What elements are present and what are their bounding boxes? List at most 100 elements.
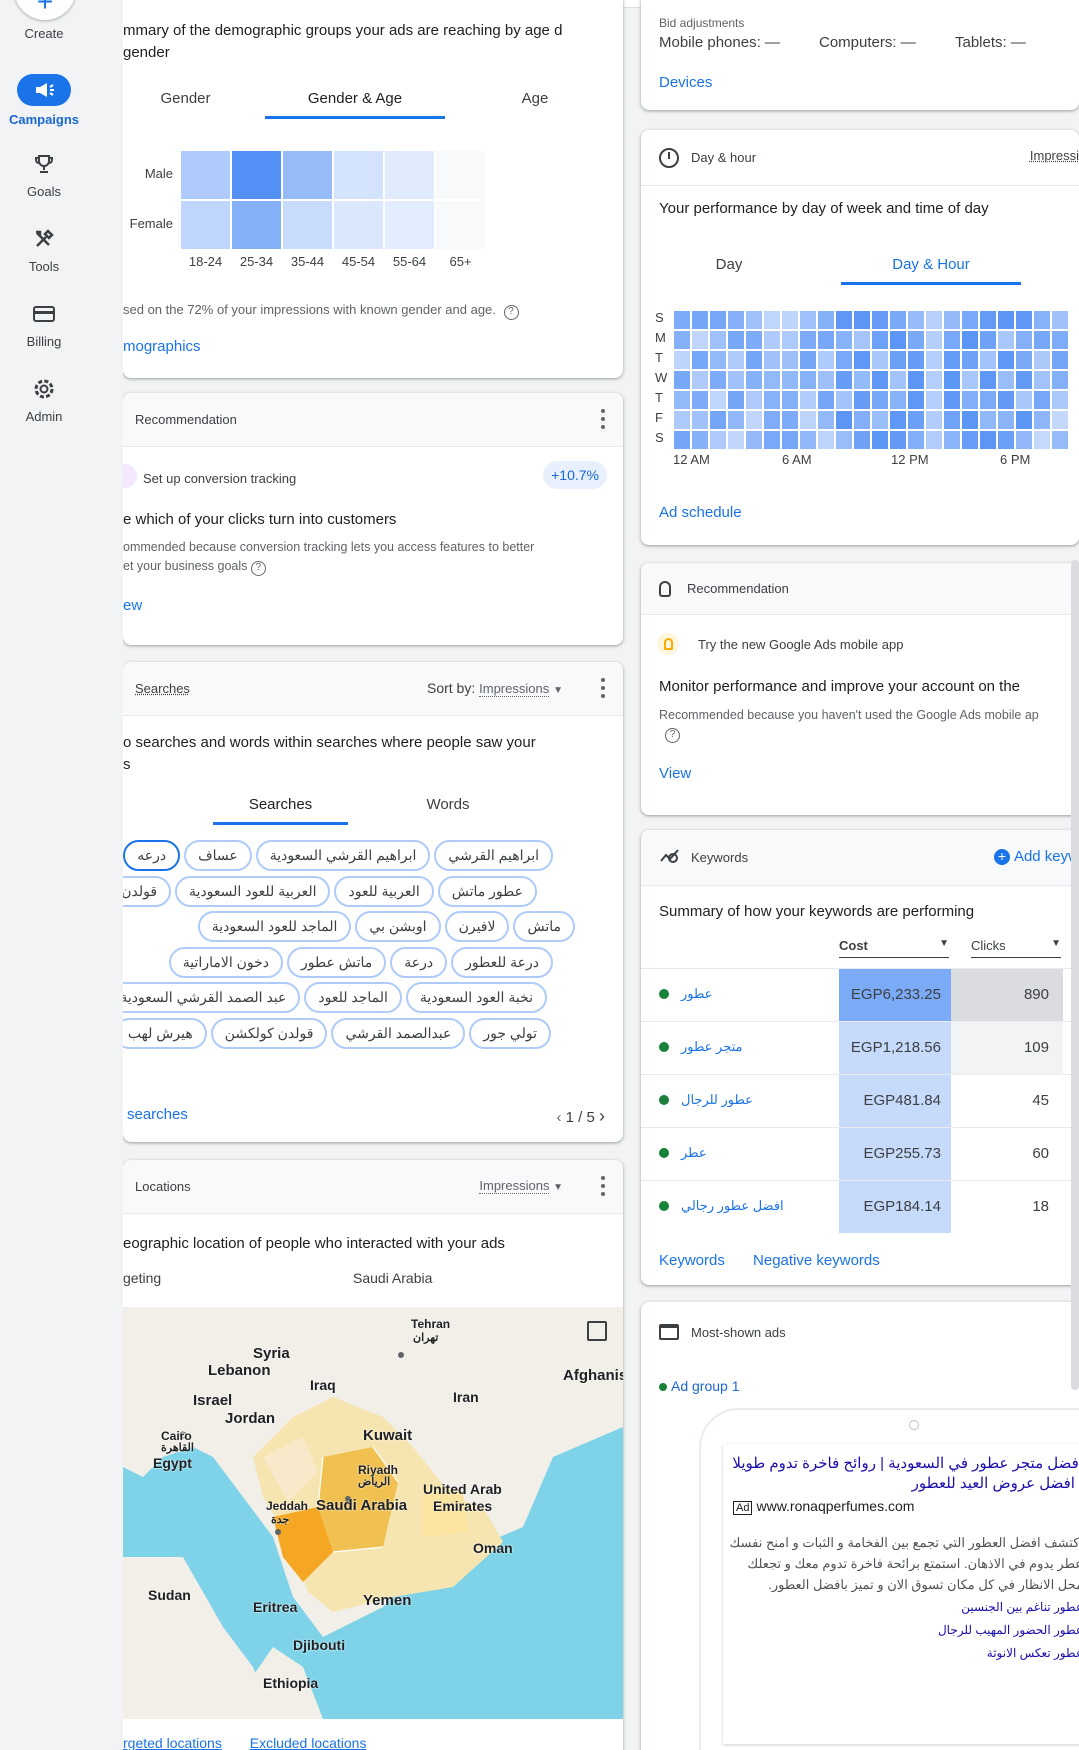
tab-gender[interactable]: Gender	[123, 78, 228, 119]
heatmap-cell[interactable]	[435, 150, 486, 200]
heatmap-cell[interactable]	[691, 330, 709, 350]
search-chip[interactable]: اوبشن بي	[355, 911, 441, 942]
col-clicks[interactable]: Clicks ▼	[971, 938, 1061, 958]
heatmap-cell[interactable]	[231, 200, 282, 250]
heatmap-cell[interactable]	[727, 410, 745, 430]
search-chip[interactable]: العربية للعود	[334, 875, 434, 907]
heatmap-cell[interactable]	[799, 370, 817, 390]
heatmap-cell[interactable]	[763, 410, 781, 430]
heatmap-cell[interactable]	[1033, 350, 1051, 370]
heatmap-cell[interactable]	[1033, 330, 1051, 350]
search-chip[interactable]: الماجد للعود	[304, 982, 402, 1013]
heatmap-cell[interactable]	[925, 370, 943, 390]
heatmap-cell[interactable]	[997, 410, 1015, 430]
scrollbar[interactable]	[1071, 560, 1079, 1390]
search-chip[interactable]: ماتش	[513, 911, 575, 942]
heatmap-cell[interactable]	[979, 430, 997, 450]
sitelink[interactable]: عطور تناغم بين الجنسين	[727, 1596, 1079, 1619]
heatmap-cell[interactable]	[817, 390, 835, 410]
heatmap-cell[interactable]	[1015, 310, 1033, 330]
table-row[interactable]: متجر عطور EGP1,218.56 109	[641, 1021, 1079, 1074]
heatmap-cell[interactable]	[727, 310, 745, 330]
sitelink[interactable]: عطور تعكس الانوثة	[727, 1642, 1079, 1665]
keyword-text[interactable]: افضل عطور رجالي	[681, 1198, 784, 1214]
heatmap-cell[interactable]	[727, 370, 745, 390]
heatmap-cell[interactable]	[709, 430, 727, 450]
heatmap-cell[interactable]	[907, 350, 925, 370]
heatmap-cell[interactable]	[817, 410, 835, 430]
heatmap-cell[interactable]	[889, 410, 907, 430]
heatmap-cell[interactable]	[727, 330, 745, 350]
heatmap-cell[interactable]	[781, 310, 799, 330]
heatmap-cell[interactable]	[853, 310, 871, 330]
heatmap-cell[interactable]	[979, 390, 997, 410]
heatmap-cell[interactable]	[745, 330, 763, 350]
search-chip[interactable]: عبد الصمد القرشي السعودية	[123, 982, 301, 1013]
heatmap-cell[interactable]	[727, 430, 745, 450]
heatmap-cell[interactable]	[799, 390, 817, 410]
heatmap-cell[interactable]	[943, 390, 961, 410]
heatmap-cell[interactable]	[979, 350, 997, 370]
heatmap-cell[interactable]	[853, 330, 871, 350]
heatmap-cell[interactable]	[1015, 370, 1033, 390]
ad-schedule-link[interactable]: Ad schedule	[659, 504, 742, 521]
heatmap-cell[interactable]	[1033, 430, 1051, 450]
heatmap-cell[interactable]	[925, 410, 943, 430]
heatmap-cell[interactable]	[835, 330, 853, 350]
heatmap-cell[interactable]	[709, 410, 727, 430]
heatmap-cell[interactable]	[333, 200, 384, 250]
heatmap-cell[interactable]	[709, 370, 727, 390]
col-cost[interactable]: Cost ▼	[839, 938, 949, 958]
heatmap-cell[interactable]	[835, 390, 853, 410]
tab-searches[interactable]: Searches	[213, 784, 348, 825]
heatmap-cell[interactable]	[817, 370, 835, 390]
heatmap-cell[interactable]	[961, 430, 979, 450]
dayhour-metric[interactable]: Impressi	[1030, 148, 1079, 163]
heatmap-cell[interactable]	[997, 350, 1015, 370]
heatmap-cell[interactable]	[745, 370, 763, 390]
heatmap-cell[interactable]	[282, 200, 333, 250]
ad-group-label[interactable]: Ad group 1	[659, 1378, 740, 1394]
heatmap-cell[interactable]	[745, 430, 763, 450]
search-chip[interactable]: درعة للعطور	[451, 946, 553, 978]
heatmap-cell[interactable]	[871, 330, 889, 350]
help-icon[interactable]: ?	[665, 728, 680, 743]
heatmap-cell[interactable]	[817, 310, 835, 330]
heatmap-cell[interactable]	[889, 370, 907, 390]
heatmap-cell[interactable]	[745, 410, 763, 430]
heatmap-cell[interactable]	[943, 430, 961, 450]
heatmap-cell[interactable]	[709, 330, 727, 350]
heatmap-cell[interactable]	[709, 350, 727, 370]
tab-excluded-locations[interactable]: Excluded locations	[250, 1735, 367, 1750]
search-chip[interactable]: ماتش عطور	[287, 946, 387, 978]
devices-link[interactable]: Devices	[659, 74, 712, 91]
heatmap-cell[interactable]	[1033, 410, 1051, 430]
heatmap-cell[interactable]	[889, 350, 907, 370]
keyword-text[interactable]: عطر	[681, 1145, 707, 1161]
heatmap-cell[interactable]	[763, 430, 781, 450]
heatmap-cell[interactable]	[231, 150, 282, 200]
search-chip[interactable]: عساف	[184, 840, 252, 871]
heatmap-cell[interactable]	[1051, 330, 1069, 350]
heatmap-cell[interactable]	[979, 310, 997, 330]
heatmap-cell[interactable]	[907, 370, 925, 390]
heatmap-cell[interactable]	[1015, 430, 1033, 450]
heatmap-cell[interactable]	[871, 390, 889, 410]
heatmap-cell[interactable]	[979, 370, 997, 390]
tab-age[interactable]: Age	[475, 78, 595, 119]
keywords-link[interactable]: Keywords	[659, 1252, 725, 1269]
heatmap-cell[interactable]	[781, 330, 799, 350]
search-chip[interactable]: الماجد للعود السعودية	[197, 911, 352, 942]
searches-link[interactable]: searches	[127, 1106, 188, 1123]
ad-headline[interactable]: افضل متجر عطور في السعودية | روائح فاخرة…	[727, 1454, 1079, 1474]
heatmap-cell[interactable]	[979, 330, 997, 350]
heatmap-cell[interactable]	[817, 430, 835, 450]
heatmap-cell[interactable]	[282, 150, 333, 200]
heatmap-cell[interactable]	[1015, 390, 1033, 410]
heatmap-cell[interactable]	[745, 350, 763, 370]
locations-map[interactable]: Tehran تهران Syria Lebanon Iraq Afghanis Israe…	[123, 1307, 623, 1719]
search-chip[interactable]: ابراهيم القرشي	[434, 840, 553, 871]
heatmap-cell[interactable]	[835, 370, 853, 390]
heatmap-cell[interactable]	[925, 330, 943, 350]
heatmap-cell[interactable]	[1033, 390, 1051, 410]
